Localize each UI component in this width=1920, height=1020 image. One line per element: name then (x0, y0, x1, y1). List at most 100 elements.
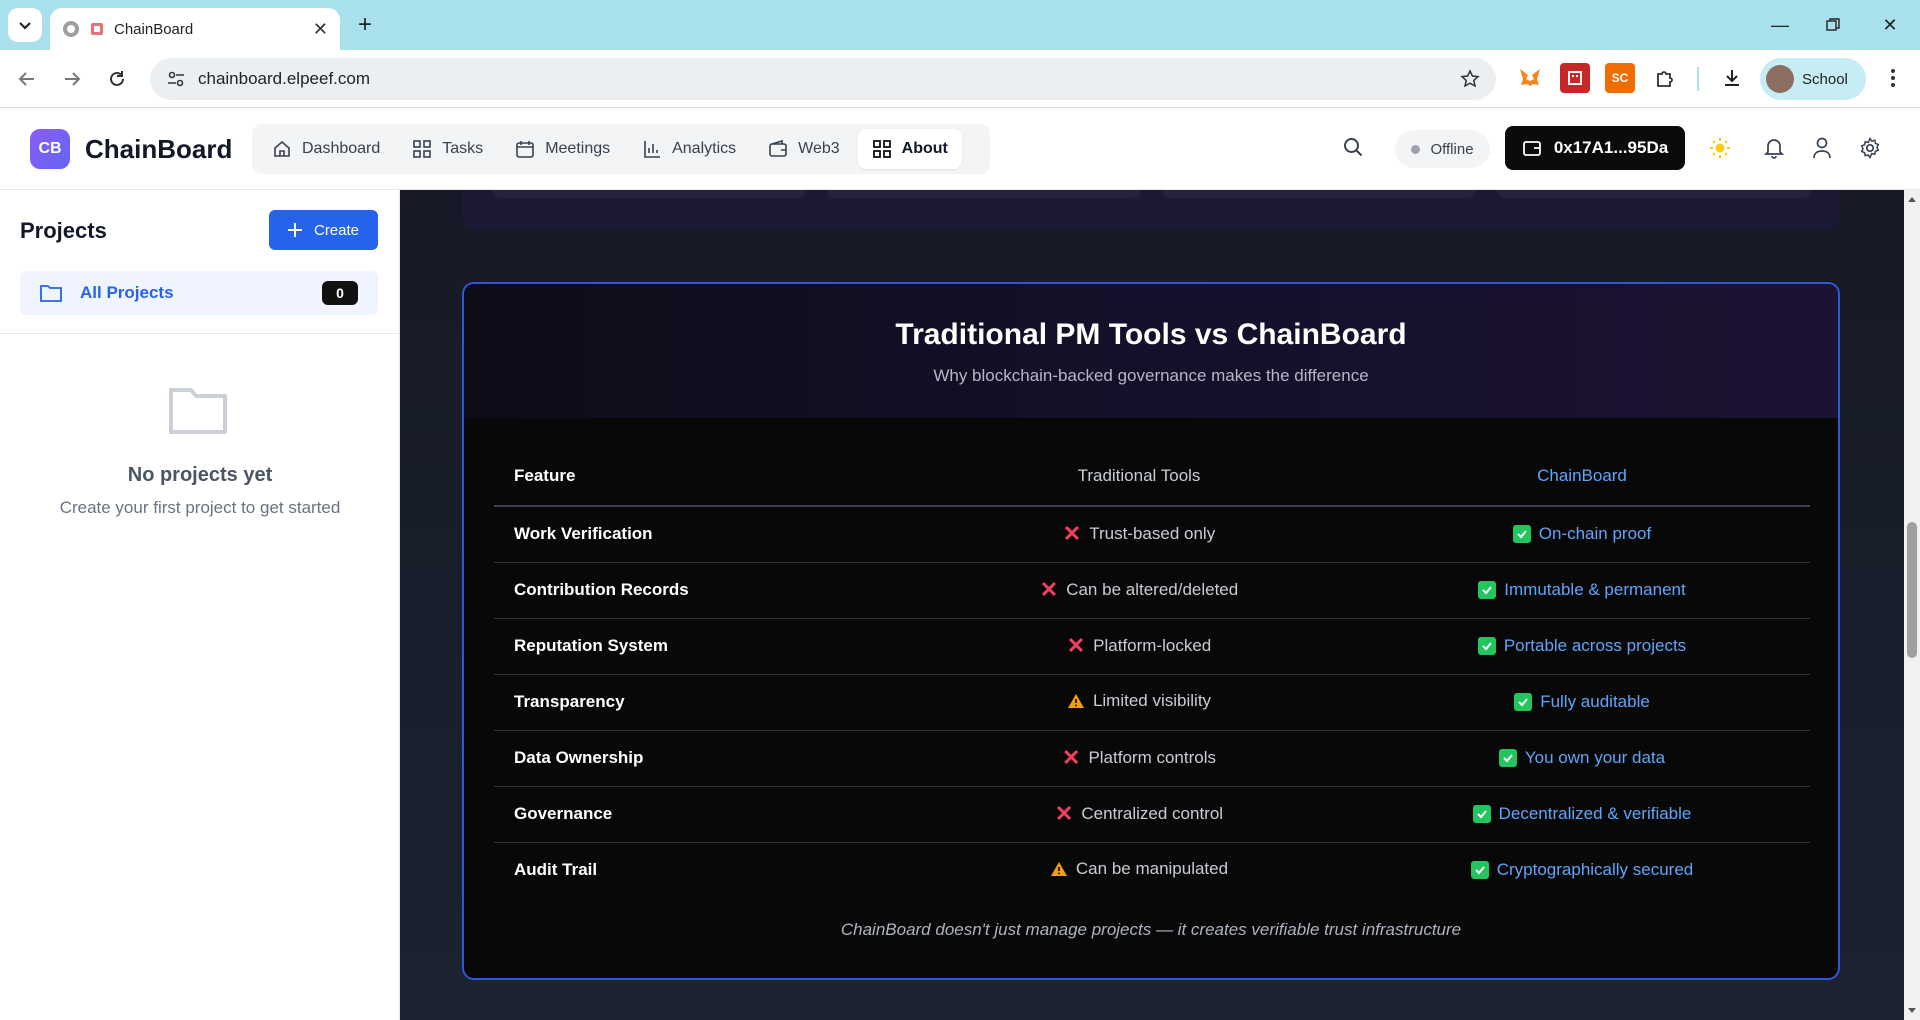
check-icon (1477, 636, 1496, 655)
user-icon (1813, 137, 1831, 159)
nav-web3[interactable]: Web3 (754, 129, 854, 169)
scroll-up-arrow-icon[interactable] (1907, 194, 1917, 204)
bar-chart-icon (644, 141, 661, 158)
chainboard-cell: You own your data (1354, 730, 1810, 787)
traditional-text: Trust-based only (1089, 523, 1216, 543)
tab-search-button[interactable] (8, 8, 42, 42)
bookmark-star-icon[interactable] (1460, 69, 1480, 89)
toolbar-divider (1697, 67, 1699, 91)
reload-icon[interactable] (100, 62, 134, 96)
folder-icon (40, 285, 62, 302)
traditional-text: Limited visibility (1092, 690, 1212, 710)
sc-extension-icon[interactable]: SC (1605, 63, 1635, 93)
empty-state-subtitle: Create your first project to get started (59, 498, 341, 517)
minimize-icon[interactable]: — (1760, 8, 1800, 42)
sidebar-item-label: All Projects (80, 283, 174, 302)
scroll-down-arrow-icon[interactable] (1907, 1006, 1917, 1016)
traditional-cell: ✕ Centralized control (924, 786, 1354, 843)
comparison-footer: ChainBoard doesn't just manage projects … (840, 920, 1462, 939)
kebab-menu-icon[interactable] (1878, 63, 1908, 93)
chainboard-cell: Portable across projects (1354, 618, 1810, 675)
feature-cell: Work Verification (494, 506, 924, 563)
tab-title: ChainBoard (114, 20, 194, 38)
nav-tasks[interactable]: Tasks (398, 129, 497, 169)
check-icon (1498, 748, 1517, 767)
calendar-icon (516, 141, 534, 158)
cross-icon: ✕ (1039, 576, 1059, 602)
cross-icon: ✕ (1062, 744, 1081, 770)
traditional-cell: ✕ Trust-based only (924, 506, 1354, 563)
create-project-button[interactable]: Create (269, 210, 378, 250)
chainboard-cell: Cryptographically secured (1354, 842, 1810, 898)
stat-card (827, 190, 1141, 198)
chainboard-text: Immutable & permanent (1504, 579, 1686, 599)
column-header-feature: Feature (494, 446, 924, 507)
comparison-subtitle: Why blockchain-backed governance makes t… (933, 366, 1369, 385)
metamask-extension-icon[interactable] (1515, 63, 1545, 93)
browser-toolbar: chainboard.elpeef.com SC School (0, 50, 1920, 108)
forward-arrow-icon[interactable] (55, 62, 89, 96)
projects-sidebar: Projects Create All Projects 0 No projec… (0, 190, 400, 1020)
stat-card (1162, 190, 1476, 198)
chainboard-text: Portable across projects (1503, 635, 1687, 655)
nav-about[interactable]: About (857, 129, 962, 169)
stat-card (492, 190, 806, 198)
close-tab-icon[interactable]: ✕ (313, 19, 328, 40)
site-settings-icon[interactable] (166, 69, 186, 89)
table-row: Transparency Limited visibility Fully audi… (494, 674, 1810, 731)
back-arrow-icon[interactable] (10, 62, 44, 96)
grid-icon (413, 140, 432, 158)
cross-icon: ✕ (1054, 800, 1074, 826)
profile-menu-button[interactable] (1810, 136, 1834, 160)
address-bar[interactable]: chainboard.elpeef.com (150, 58, 1496, 100)
stat-card (1497, 190, 1811, 198)
connection-status-badge: Offline (1395, 130, 1490, 168)
new-tab-button[interactable]: + (350, 10, 380, 40)
plus-icon (287, 223, 302, 237)
download-icon[interactable] (1717, 63, 1747, 93)
traditional-cell: ✕ Platform-locked (924, 618, 1354, 675)
sun-icon (1710, 138, 1730, 158)
traditional-text: Platform controls (1088, 747, 1216, 767)
scrollbar[interactable] (1904, 190, 1920, 1020)
previous-section-panel (462, 190, 1840, 230)
puzzle-extensions-icon[interactable] (1650, 63, 1680, 93)
check-icon (1470, 860, 1489, 879)
search-button[interactable] (1342, 136, 1364, 163)
nav-dashboard[interactable]: Dashboard (258, 129, 394, 169)
status-text: Offline (1430, 140, 1474, 158)
browser-tab[interactable]: ChainBoard ✕ (50, 8, 340, 50)
nav-analytics[interactable]: Analytics (628, 129, 750, 169)
scrollbar-thumb[interactable] (1907, 522, 1917, 658)
traditional-cell: Can be manipulated (924, 842, 1354, 898)
traditional-text: Can be altered/deleted (1066, 579, 1239, 599)
folder-icon (169, 388, 227, 434)
feature-cell: Governance (494, 786, 924, 843)
chainboard-cell: On-chain proof (1354, 506, 1810, 563)
theme-toggle-button[interactable] (1708, 136, 1732, 160)
table-row: Work Verification ✕ Trust-based only On-cha… (494, 506, 1810, 563)
restore-icon[interactable] (1813, 8, 1853, 42)
sidebar-divider (0, 333, 400, 334)
table-row: Data Ownership ✕ Platform controls You own … (494, 730, 1810, 787)
comparison-title: Traditional PM Tools vs ChainBoard (895, 318, 1407, 351)
notifications-button[interactable] (1762, 136, 1786, 160)
wallet-button[interactable]: 0x17A1...95Da (1505, 126, 1685, 170)
red-extension-icon[interactable] (1560, 63, 1590, 93)
profile-button[interactable]: School (1760, 58, 1866, 100)
check-icon (1514, 692, 1533, 711)
chainboard-text: Decentralized & verifiable (1498, 803, 1692, 823)
close-window-icon[interactable]: ✕ (1870, 8, 1910, 42)
app-name: ChainBoard (85, 134, 233, 164)
sidebar-item-all-projects[interactable]: All Projects 0 (20, 271, 378, 315)
settings-button[interactable] (1858, 136, 1882, 160)
wallet-icon (1522, 141, 1541, 156)
chainboard-cell: Immutable & permanent (1354, 562, 1810, 619)
comparison-card: Traditional PM Tools vs ChainBoard Why b… (462, 282, 1840, 980)
warning-icon (1067, 693, 1084, 708)
main-content: Traditional PM Tools vs ChainBoard Why b… (400, 190, 1904, 1020)
traditional-cell: ✕ Can be altered/deleted (924, 562, 1354, 619)
logo: CB (30, 129, 70, 169)
column-header-chainboard: ChainBoard (1354, 446, 1810, 507)
nav-meetings[interactable]: Meetings (501, 129, 624, 169)
